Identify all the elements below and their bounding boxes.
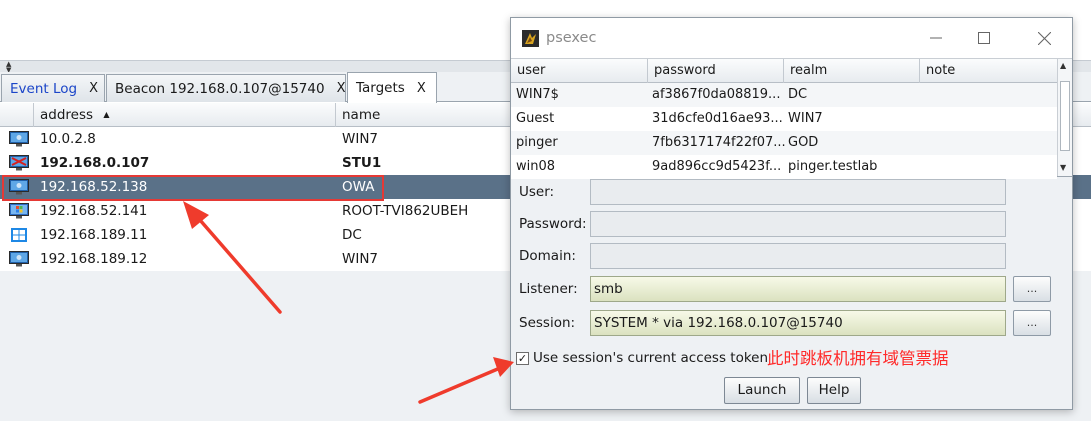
session-field[interactable]: SYSTEM * via 192.168.0.107@15740 xyxy=(590,310,1006,336)
target-address: 192.168.52.141 xyxy=(40,203,148,219)
user-column-header[interactable]: user xyxy=(511,59,648,83)
tab-close-button[interactable]: X xyxy=(89,81,98,96)
credential-user: WIN7$ xyxy=(516,87,559,102)
use-token-checkbox[interactable]: ✓ xyxy=(516,351,529,365)
target-address: 10.0.2.8 xyxy=(40,131,96,147)
launch-button[interactable]: Launch xyxy=(724,377,800,404)
session-label: Session: xyxy=(519,315,576,331)
credentials-table: user password realm note WIN7$ af3867f0da… xyxy=(511,58,1072,179)
credential-password: 7fb6317174f22f07... xyxy=(652,135,786,150)
maximize-button[interactable] xyxy=(969,24,999,52)
tab-close-button[interactable]: X xyxy=(417,81,426,96)
use-token-label: Use session's current access token xyxy=(533,350,769,366)
credential-password: 31d6cfe0d16ae93... xyxy=(652,111,783,126)
listener-field[interactable]: smb xyxy=(590,276,1006,302)
credential-realm: pinger.testlab xyxy=(788,159,878,174)
scroll-down-arrow-icon[interactable]: ▼ xyxy=(1060,163,1066,172)
close-icon xyxy=(1037,31,1051,45)
credential-realm: DC xyxy=(788,87,808,102)
note-column-header[interactable]: note xyxy=(920,59,1057,83)
credential-password: af3867f0da08819... xyxy=(652,87,781,102)
close-button[interactable] xyxy=(1029,24,1059,52)
credential-realm: GOD xyxy=(788,135,819,150)
domain-field[interactable] xyxy=(590,243,1006,269)
scrollbar-thumb[interactable] xyxy=(1060,81,1070,151)
target-address: 192.168.0.107 xyxy=(40,155,150,171)
credential-user: win08 xyxy=(516,159,556,174)
icon-column-header[interactable] xyxy=(0,103,34,127)
credential-row[interactable]: win08 9ad896cc9d5423f... pinger.testlab xyxy=(511,155,1057,179)
use-token-option[interactable]: ✓ Use session's current access token xyxy=(516,348,768,368)
listener-browse-button[interactable]: ... xyxy=(1013,276,1051,302)
target-name: ROOT-TVI862UBEH xyxy=(342,203,469,219)
domain-label: Domain: xyxy=(519,248,576,264)
target-address: 192.168.189.11 xyxy=(40,227,148,243)
tab-label: Beacon 192.168.0.107@15740 xyxy=(115,80,325,97)
minimize-button[interactable] xyxy=(921,24,951,52)
tab-targets[interactable]: Targets X xyxy=(347,72,437,103)
psexec-dialog: psexec user password realm note WIN7$ af3… xyxy=(510,17,1073,410)
tab-beacon[interactable]: Beacon 192.168.0.107@15740 X xyxy=(106,74,346,102)
credential-realm: WIN7 xyxy=(788,111,823,126)
credential-password: 9ad896cc9d5423f... xyxy=(652,159,782,174)
listener-label: Listener: xyxy=(519,281,578,297)
target-name: DC xyxy=(342,227,362,243)
tab-close-button[interactable]: X xyxy=(337,81,346,96)
target-name: STU1 xyxy=(342,155,382,171)
help-button[interactable]: Help xyxy=(807,377,861,404)
target-name: WIN7 xyxy=(342,251,379,267)
credentials-table-header: user password realm note xyxy=(511,59,1057,83)
credentials-scrollbar[interactable]: ▲ ▼ xyxy=(1057,59,1072,176)
user-field[interactable] xyxy=(590,179,1006,205)
tab-label: Targets xyxy=(356,80,405,96)
tab-event-log[interactable]: Event Log X xyxy=(1,74,105,102)
tab-label: Event Log xyxy=(10,80,78,97)
address-column-header[interactable]: address ▲ xyxy=(34,103,336,127)
scroll-up-arrow-icon[interactable]: ▲ xyxy=(1060,61,1066,70)
password-field[interactable] xyxy=(590,211,1006,237)
target-address: 192.168.189.12 xyxy=(40,251,148,267)
dialog-titlebar[interactable]: psexec xyxy=(511,18,1072,58)
minimize-icon xyxy=(930,37,942,39)
dialog-title: psexec xyxy=(546,30,597,46)
cobalt-strike-app-icon xyxy=(522,30,539,47)
annotation-note: 此时跳板机拥有域管票据 xyxy=(767,349,949,368)
session-browse-button[interactable]: ... xyxy=(1013,310,1051,336)
password-column-header[interactable]: password xyxy=(648,59,784,83)
credential-user: Guest xyxy=(516,111,555,126)
target-address: 192.168.52.138 xyxy=(40,179,148,195)
password-label: Password: xyxy=(519,216,587,232)
realm-column-header[interactable]: realm xyxy=(784,59,920,83)
maximize-icon xyxy=(978,32,990,44)
target-name: WIN7 xyxy=(342,131,379,147)
credential-row[interactable]: Guest 31d6cfe0d16ae93... WIN7 xyxy=(511,107,1057,131)
credential-row[interactable]: pinger 7fb6317174f22f07... GOD xyxy=(511,131,1057,155)
sort-ascending-icon: ▲ xyxy=(103,110,110,119)
credential-row[interactable]: WIN7$ af3867f0da08819... DC xyxy=(511,83,1057,107)
user-label: User: xyxy=(519,184,555,200)
target-name: OWA xyxy=(342,179,375,195)
credential-user: pinger xyxy=(516,135,558,150)
